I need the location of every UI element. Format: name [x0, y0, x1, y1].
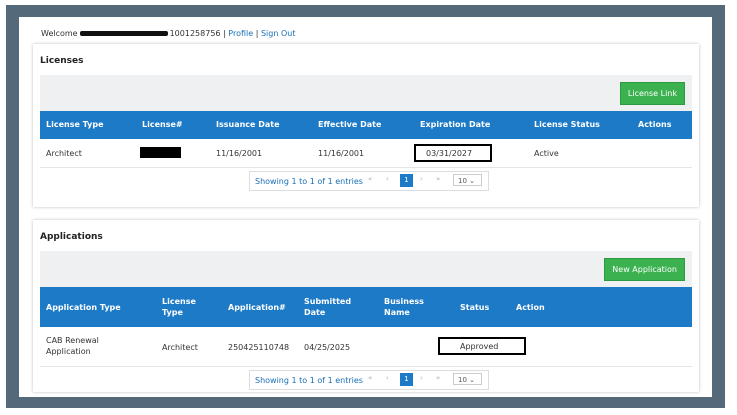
first-page-icon[interactable]: «: [368, 374, 372, 382]
expiration-date-cell: 03/31/2027: [414, 144, 493, 162]
chevron-down-icon: ⌄: [469, 376, 476, 384]
col-effective-date[interactable]: Effective Date: [318, 120, 381, 129]
page-size-value: 10: [458, 177, 467, 185]
account-number: 1001258756 |: [169, 29, 226, 38]
col-license-status[interactable]: License Status: [534, 120, 600, 129]
application-status-cell: Approved: [438, 337, 527, 355]
redacted-license-number: [140, 147, 181, 158]
prev-page-icon[interactable]: ‹: [386, 374, 389, 382]
chevron-down-icon: ⌄: [469, 177, 476, 185]
page-1-button[interactable]: 1: [400, 174, 413, 187]
page-size-select[interactable]: 10 ⌄: [453, 373, 482, 385]
col-application-number[interactable]: Application#: [228, 303, 286, 312]
entries-info: Showing 1 to 1 of 1 entries: [255, 177, 363, 186]
issuance-date-cell: 11/16/2001: [216, 149, 263, 158]
welcome-text: Welcome: [41, 29, 78, 38]
applications-pagination: Showing 1 to 1 of 1 entries « ‹ 1 › » 10…: [249, 370, 489, 390]
col-submitted-date[interactable]: Submitted Date: [304, 296, 354, 318]
prev-page-icon[interactable]: ‹: [386, 175, 389, 183]
col-application-type[interactable]: Application Type: [46, 303, 121, 312]
page-content: Welcome 1001258756 | Profile | Sign Out L…: [19, 17, 712, 397]
licenses-pagination: Showing 1 to 1 of 1 entries « ‹ 1 › » 10…: [249, 171, 489, 191]
license-link-button[interactable]: License Link: [619, 82, 685, 105]
entries-info: Showing 1 to 1 of 1 entries: [255, 376, 363, 385]
page-size-value: 10: [458, 376, 467, 384]
page-1-button[interactable]: 1: [400, 373, 413, 386]
profile-link[interactable]: Profile: [228, 29, 253, 38]
col-action: Action: [516, 303, 545, 312]
col-license-type[interactable]: License Type: [162, 296, 200, 318]
redacted-username: [79, 31, 168, 36]
page-size-select[interactable]: 10 ⌄: [453, 174, 482, 186]
application-type-cell: CAB Renewal Application: [46, 336, 99, 356]
applications-title: Applications: [40, 232, 103, 242]
applications-card: Applications New Application Application…: [33, 220, 699, 392]
licenses-toolbar: License Link: [40, 75, 692, 111]
new-application-button[interactable]: New Application: [604, 258, 685, 281]
last-page-icon[interactable]: »: [436, 175, 440, 183]
col-business-name[interactable]: Business Name: [384, 296, 426, 318]
col-expiration-date[interactable]: Expiration Date: [420, 120, 490, 129]
sign-out-link[interactable]: Sign Out: [261, 29, 296, 38]
license-type-cell: Architect: [162, 343, 198, 352]
table-row: Architect 11/16/2001 11/16/2001 03/31/20…: [40, 139, 692, 168]
col-status[interactable]: Status: [460, 303, 489, 312]
licenses-card: Licenses License Link License Type Licen…: [33, 44, 699, 207]
application-number-cell: 250425110748: [228, 343, 290, 352]
table-row: CAB Renewal Application Architect 250425…: [40, 327, 692, 367]
licenses-table-header: License Type License# Issuance Date Effe…: [40, 111, 692, 139]
link-separator: |: [255, 29, 259, 38]
next-page-icon[interactable]: ›: [420, 374, 423, 382]
col-license-type[interactable]: License Type: [46, 120, 104, 129]
first-page-icon[interactable]: «: [368, 175, 372, 183]
license-status-cell: Active: [534, 149, 559, 158]
licenses-title: Licenses: [40, 56, 84, 66]
screenshot-frame: Welcome 1001258756 | Profile | Sign Out L…: [6, 5, 725, 408]
last-page-icon[interactable]: »: [436, 374, 440, 382]
col-license-number[interactable]: License#: [142, 120, 183, 129]
license-type-cell: Architect: [46, 149, 82, 158]
col-actions: Actions: [638, 120, 672, 129]
submitted-date-cell: 04/25/2025: [304, 343, 351, 352]
col-issuance-date[interactable]: Issuance Date: [216, 120, 280, 129]
next-page-icon[interactable]: ›: [420, 175, 423, 183]
welcome-bar: Welcome 1001258756 | Profile | Sign Out: [41, 29, 295, 38]
applications-table-header: Application Type License Type Applicatio…: [40, 287, 692, 327]
applications-toolbar: New Application: [40, 251, 692, 287]
effective-date-cell: 11/16/2001: [318, 149, 365, 158]
